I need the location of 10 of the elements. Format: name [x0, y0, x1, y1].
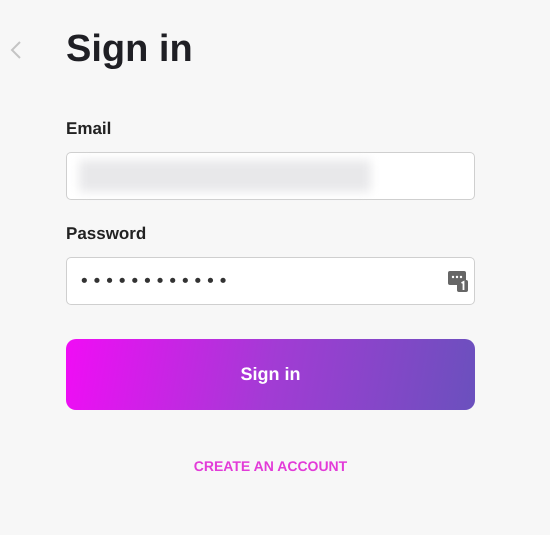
page-title: Sign in: [66, 28, 193, 71]
password-value: ••••••••••••: [79, 270, 232, 292]
field-label: Email: [66, 119, 112, 139]
field-label: Password: [66, 224, 148, 244]
create-account-link[interactable]: CREATE AN ACCOUNT: [194, 458, 348, 474]
back-icon[interactable]: [10, 40, 22, 60]
sign-in-button[interactable]: Sign in: [66, 339, 475, 410]
email-field[interactable]: [66, 152, 475, 200]
password-field[interactable]: ••••••••••••: [66, 257, 475, 305]
password-manager-icon[interactable]: [448, 270, 468, 292]
